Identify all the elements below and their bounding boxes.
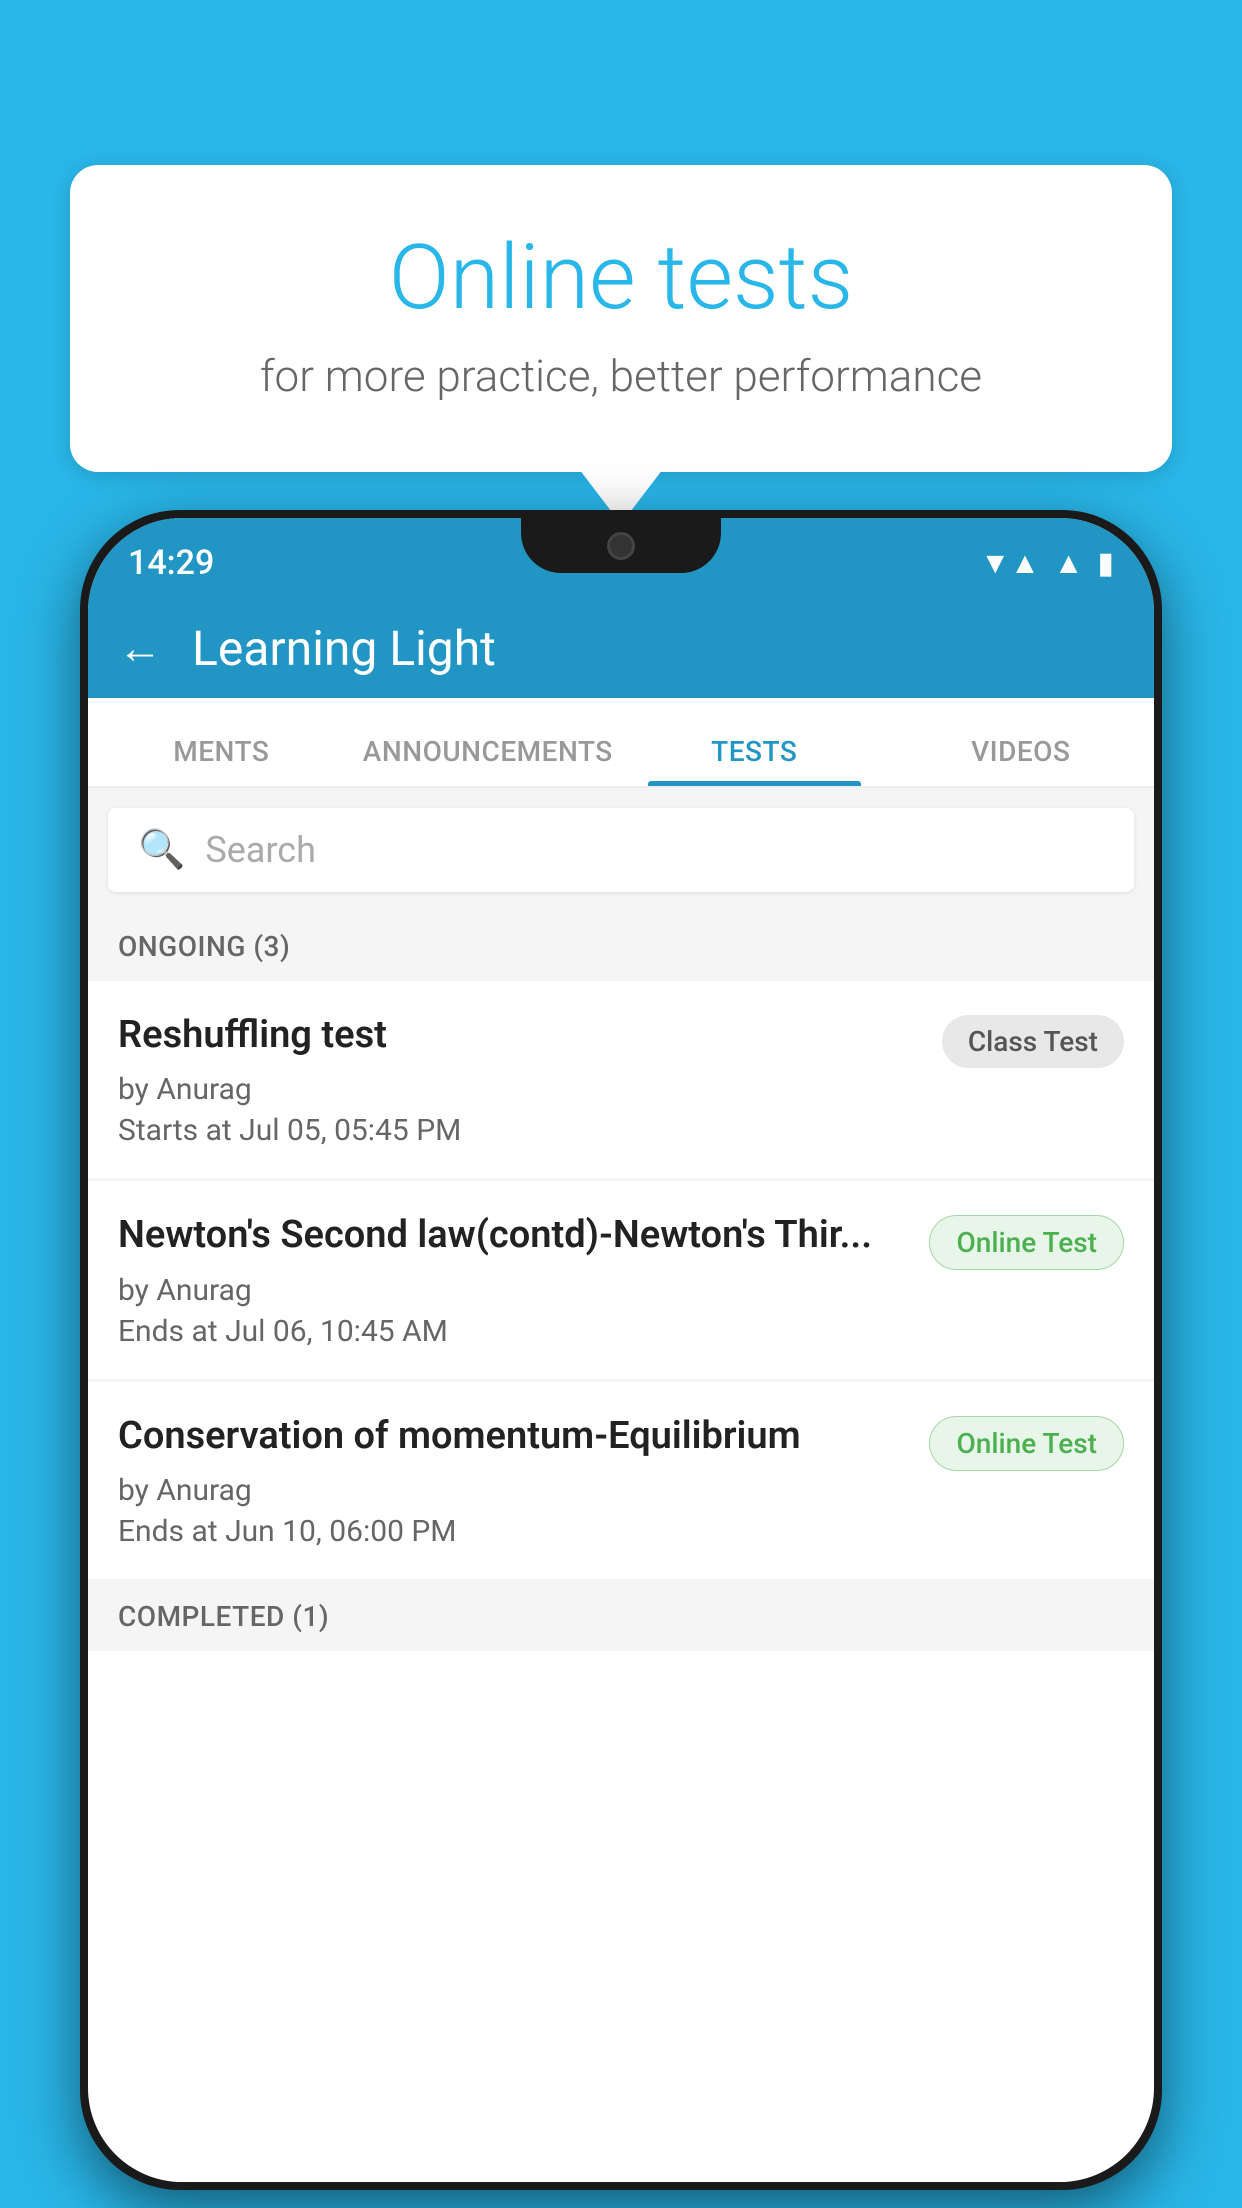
search-placeholder: Search [205,829,316,871]
tab-videos[interactable]: VIDEOS [888,735,1155,786]
ongoing-header: ONGOING (3) [88,912,1154,981]
test-badge-2: Online Test [929,1215,1124,1270]
test-time-3: Ends at Jun 10, 06:00 PM [118,1514,909,1549]
content-area: 🔍 Search ONGOING (3) Reshuffling test by… [88,788,1154,1651]
test-card-3[interactable]: Conservation of momentum-Equilibrium by … [88,1382,1154,1579]
search-bar[interactable]: 🔍 Search [108,808,1134,892]
status-icons: ▼▲ ▲ ▮ [980,546,1114,581]
test-by-3: by Anurag [118,1473,909,1508]
wifi-icon: ▼▲ [980,546,1039,581]
back-button[interactable]: ← [118,622,162,674]
test-card-2[interactable]: Newton's Second law(contd)-Newton's Thir… [88,1181,1154,1378]
test-name-2: Newton's Second law(contd)-Newton's Thir… [118,1211,909,1260]
test-info-3: Conservation of momentum-Equilibrium by … [118,1412,909,1549]
tab-tests[interactable]: TESTS [621,735,888,786]
test-badge-1: Class Test [942,1015,1124,1068]
search-icon: 🔍 [138,828,185,872]
test-time-2: Ends at Jul 06, 10:45 AM [118,1314,909,1349]
phone-notch [521,518,721,573]
speech-bubble: Online tests for more practice, better p… [70,165,1172,472]
test-by-2: by Anurag [118,1273,909,1308]
test-by-1: by Anurag [118,1072,922,1107]
test-badge-3: Online Test [929,1416,1124,1471]
camera-dot [607,532,635,560]
app-bar-title: Learning Light [192,620,496,677]
phone-frame: 14:29 ▼▲ ▲ ▮ ← Learning Light MENTS ANNO… [80,510,1162,2190]
phone-container: 14:29 ▼▲ ▲ ▮ ← Learning Light MENTS ANNO… [80,510,1162,2208]
tab-bar: MENTS ANNOUNCEMENTS TESTS VIDEOS [88,698,1154,788]
test-name-1: Reshuffling test [118,1011,922,1060]
tab-announcements[interactable]: ANNOUNCEMENTS [355,735,622,786]
battery-icon: ▮ [1097,546,1114,581]
test-info-1: Reshuffling test by Anurag Starts at Jul… [118,1011,922,1148]
app-bar: ← Learning Light [88,598,1154,698]
bubble-title: Online tests [150,225,1092,330]
tab-ments[interactable]: MENTS [88,735,355,786]
phone-inner: 14:29 ▼▲ ▲ ▮ ← Learning Light MENTS ANNO… [88,518,1154,2182]
bubble-subtitle: for more practice, better performance [150,350,1092,402]
test-name-3: Conservation of momentum-Equilibrium [118,1412,909,1461]
test-card-1[interactable]: Reshuffling test by Anurag Starts at Jul… [88,981,1154,1178]
completed-header: COMPLETED (1) [88,1582,1154,1651]
test-time-1: Starts at Jul 05, 05:45 PM [118,1113,922,1148]
status-time: 14:29 [128,543,214,583]
signal-icon: ▲ [1054,546,1084,581]
test-info-2: Newton's Second law(contd)-Newton's Thir… [118,1211,909,1348]
